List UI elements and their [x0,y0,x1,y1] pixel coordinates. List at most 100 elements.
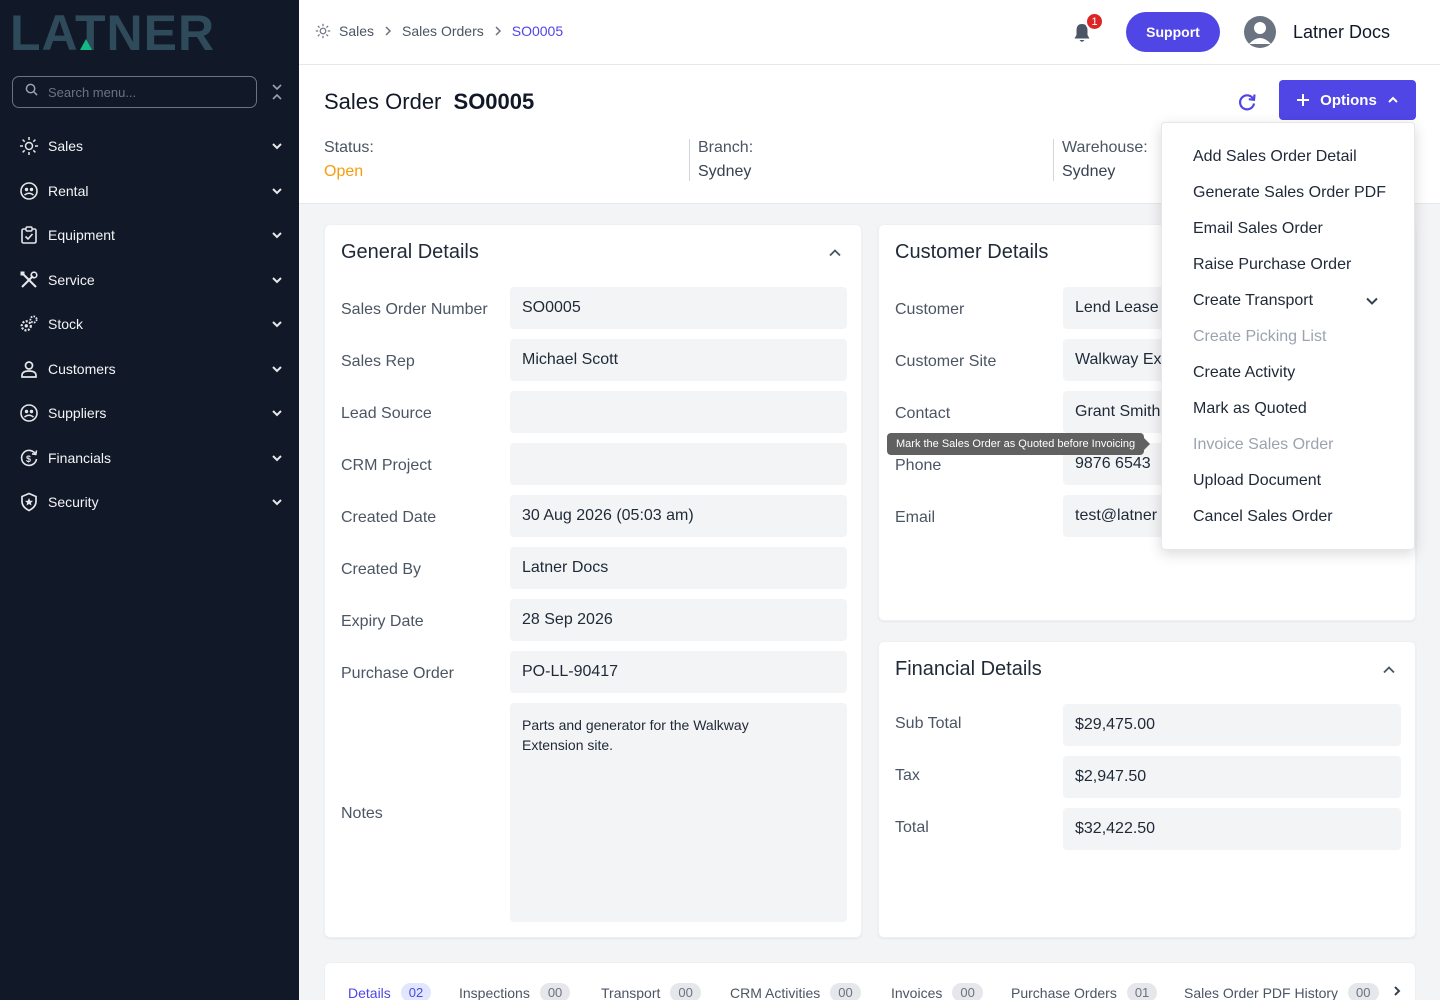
tab-sales-order-pdf-history[interactable]: Sales Order PDF History 00 [1184,983,1379,1000]
tab-purchase-orders[interactable]: Purchase Orders 01 [1011,983,1158,1000]
breadcrumb: Sales Sales Orders SO0005 [315,23,563,39]
sidebar: LATNER Sales Rental Equipment Service [0,0,299,1000]
menu-item-raise-purchase-order[interactable]: Raise Purchase Order [1193,256,1351,274]
sub-total-label: Sub Total [895,715,962,732]
tab-transport[interactable]: Transport 00 [601,983,701,1000]
total-field[interactable]: $32,422.50 [1063,808,1401,850]
lead-source-field[interactable] [510,391,847,433]
crm-project-field[interactable] [510,443,847,485]
sidebar-item-service[interactable]: Service [0,258,299,303]
sidebar-item-label: Security [48,494,99,511]
sales-order-number-field[interactable]: SO0005 [510,287,847,329]
breadcrumb-sales[interactable]: Sales [339,23,374,39]
sidebar-item-equipment[interactable]: Equipment [0,213,299,258]
created-by-field[interactable]: Latner Docs [510,547,847,589]
sales-rep-field[interactable]: Michael Scott [510,339,847,381]
purchase-order-label: Purchase Order [341,665,454,682]
menu-item-add-sales-order-detail[interactable]: Add Sales Order Detail [1193,148,1357,166]
chevron-right-icon [384,26,392,36]
detail-tabs: Details 02 Inspections 00 Transport 00 C… [324,962,1416,1000]
sidebar-item-label: Suppliers [48,405,107,422]
menu-item-cancel-sales-order[interactable]: Cancel Sales Order [1193,508,1333,526]
breadcrumb-sales-orders[interactable]: Sales Orders [402,23,484,39]
menu-item-invoice-sales-order: Invoice Sales Order [1193,436,1334,453]
expiry-date-field[interactable]: 28 Sep 2026 [510,599,847,641]
sidebar-item-suppliers[interactable]: Suppliers [0,391,299,436]
customer-details-title: Customer Details [895,241,1049,263]
options-label: Options [1320,91,1377,109]
sidebar-item-stock[interactable]: Stock [0,302,299,347]
support-button[interactable]: Support [1126,12,1220,52]
sidebar-item-label: Stock [48,316,84,333]
tab-details[interactable]: Details 02 [348,983,432,1000]
search-icon [25,83,38,101]
tab-count: 00 [670,983,701,1000]
chevron-up-icon[interactable] [828,246,842,260]
sales-rep-label: Sales Rep [341,353,415,370]
sidebar-item-sales[interactable]: Sales [0,124,299,169]
plus-icon [1296,93,1310,107]
chevron-down-icon[interactable] [1365,294,1379,308]
collapse-sidebar-icon[interactable] [268,82,286,102]
tab-invoices[interactable]: Invoices 00 [891,983,983,1000]
menu-item-create-activity[interactable]: Create Activity [1193,364,1295,382]
tab-count: 00 [830,983,861,1000]
purchase-order-field[interactable]: PO-LL-90417 [510,651,847,693]
tab-label: Purchase Orders [1011,984,1117,1000]
options-button[interactable]: Options [1279,80,1416,120]
tax-field[interactable]: $2,947.50 [1063,756,1401,798]
branch-value: Sydney [698,163,752,180]
menu-item-create-transport[interactable]: Create Transport [1193,292,1313,310]
search-menu-input[interactable] [48,84,238,100]
user-name[interactable]: Latner Docs [1293,22,1390,43]
user-icon [19,359,39,379]
tax-label: Tax [895,767,920,784]
tab-count: 00 [539,983,571,1000]
tools-icon [19,270,39,290]
avatar[interactable] [1244,16,1276,48]
sidebar-item-security[interactable]: Security [0,480,299,525]
dollar-cycle-icon: $ [19,448,39,468]
chevron-down-icon [271,407,283,419]
chevron-down-icon [271,452,283,464]
created-date-field[interactable]: 30 Aug 2026 (05:03 am) [510,495,847,537]
status-info: Status: Open [324,139,374,181]
menu-item-mark-as-quoted[interactable]: Mark as Quoted [1193,400,1307,418]
menu-item-email-sales-order[interactable]: Email Sales Order [1193,220,1323,238]
latner-logo[interactable]: LATNER [10,12,282,54]
tab-label: Details [348,984,391,1000]
tab-count: 00 [1348,983,1379,1000]
tab-label: CRM Activities [730,984,821,1000]
search-box [12,76,257,108]
sales-order-number-label: Sales Order Number [341,301,488,318]
menu-item-upload-document[interactable]: Upload Document [1193,472,1321,490]
sun-icon [315,23,331,39]
notes-textarea[interactable]: Parts and generator for the Walkway Exte… [510,703,847,922]
menu-item-generate-sales-order-pdf[interactable]: Generate Sales Order PDF [1193,184,1386,202]
chevron-up-icon[interactable] [1382,663,1396,677]
branch-info: Branch: Sydney [689,139,753,181]
chevron-right-icon [494,26,502,36]
sidebar-item-customers[interactable]: Customers [0,347,299,392]
svg-text:$: $ [26,454,31,464]
tab-crm-activities[interactable]: CRM Activities 00 [730,983,861,1000]
customer-label: Customer [895,301,965,318]
email-label: Email [895,509,936,526]
customer-site-label: Customer Site [895,353,997,370]
chevron-up-icon [1387,94,1399,106]
chevron-right-icon[interactable] [1391,985,1403,997]
status-label: Status: [324,139,374,156]
financial-details-title: Financial Details [895,658,1042,680]
warehouse-label: Warehouse: [1062,139,1148,156]
sidebar-item-label: Financials [48,449,112,466]
refresh-icon[interactable] [1236,91,1258,113]
sidebar-item-financials[interactable]: $ Financials [0,436,299,481]
sub-total-field[interactable]: $29,475.00 [1063,704,1401,746]
sidebar-item-label: Service [48,271,95,288]
notification-badge: 1 [1085,12,1104,31]
crm-project-label: CRM Project [341,457,432,474]
sidebar-item-rental[interactable]: Rental [0,169,299,214]
tab-inspections[interactable]: Inspections 00 [459,983,571,1000]
chevron-down-icon [271,363,283,375]
tab-label: Invoices [891,984,943,1000]
